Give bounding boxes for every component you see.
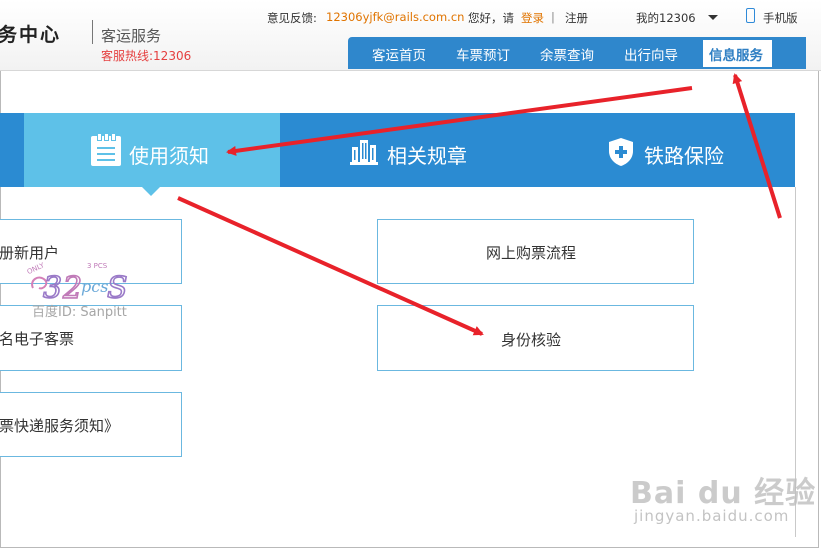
nav-info-service[interactable]: 信息服务 [703,40,772,67]
site-header: 务中心 客运服务 客服热线:12306 意见反馈: 12306yjfk@rail… [0,0,821,71]
topbar-divider: | [551,10,555,24]
nav-home[interactable]: 客运首页 [372,44,426,64]
link-ticket-delivery-notice[interactable]: 票快递服务须知》 [0,392,182,457]
mobile-phone-icon[interactable] [746,8,755,23]
logo-divider [92,20,93,44]
svg-text:pcs: pcs [81,277,108,296]
baidu-jingyan-url: jingyan.baidu.com [634,507,790,525]
baidu-jingyan-watermark: Bai du 经验 [630,476,817,511]
feedback-email-link[interactable]: 12306yjfk@rails.com.cn [326,10,464,24]
active-tab-pointer [142,187,160,196]
tab-usage-notice-label: 使用须知 [129,144,209,168]
link-label: 名电子客票 [0,330,75,348]
site-logo-text: 务中心 [0,24,62,46]
link-label: 身份核验 [501,331,562,349]
register-link[interactable]: 注册 [565,10,588,26]
feedback-label: 意见反馈: [267,11,317,25]
link-label: 票快递服务须知》 [0,417,120,435]
document-icon [91,133,121,166]
tab-regulations-label[interactable]: 相关规章 [387,140,467,169]
nav-travel-guide[interactable]: 出行向导 [624,44,678,64]
login-link[interactable]: 登录 [521,10,544,26]
greeting-text: 您好，请 [468,11,514,25]
author-watermark-id: 百度ID: Sanpitt [32,305,127,320]
nav-ticket-availability[interactable]: 余票查询 [540,44,594,64]
nav-ticket-booking[interactable]: 车票预订 [456,44,510,64]
chevron-down-icon[interactable] [708,15,718,20]
my-12306-menu[interactable]: 我的12306 [636,10,696,26]
link-online-purchase-process[interactable]: 网上购票流程 [377,219,694,284]
service-hotline: 客服热线:12306 [101,49,192,63]
link-label: 网上购票流程 [486,244,577,262]
site-subtitle: 客运服务 [101,27,162,45]
mobile-version-link[interactable]: 手机版 [763,10,798,26]
watermark-small-text: 3 PCS [87,262,108,270]
nav-info-service-label: 信息服务 [709,48,763,64]
tab-railway-insurance-label[interactable]: 铁路保险 [644,140,724,169]
link-identity-verification[interactable]: 身份核验 [377,305,694,371]
building-icon[interactable] [348,137,380,165]
shield-plus-icon[interactable] [608,137,634,167]
